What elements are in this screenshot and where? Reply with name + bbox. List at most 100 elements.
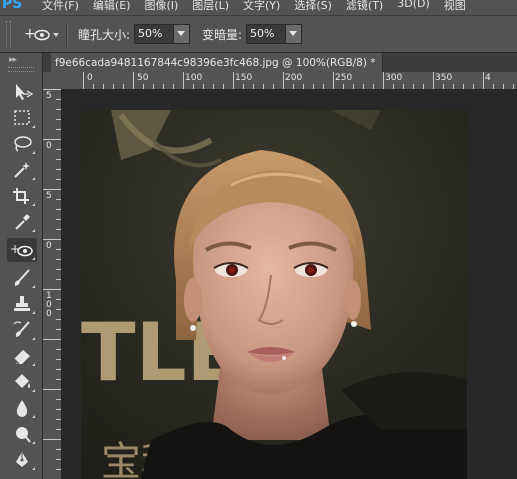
document-photo[interactable]: TLE 宝利广 <box>81 110 467 479</box>
ruler-label: 0 <box>46 241 52 251</box>
ruler-tick <box>43 289 61 290</box>
menu-select[interactable]: 选择(S) <box>294 0 332 13</box>
eyedropper-tool[interactable] <box>7 210 37 234</box>
tool-group-indicator <box>32 311 35 314</box>
ruler-tick <box>43 339 61 340</box>
clone-stamp-icon <box>14 296 30 311</box>
brush-tool[interactable] <box>7 266 37 290</box>
red-eye-icon: + <box>24 26 59 42</box>
pupil-size-dropdown[interactable] <box>173 24 190 44</box>
tools-panel: ▸▸ + <box>0 53 43 479</box>
menu-list: 文件(F) 编辑(E) 图像(I) 图层(L) 文字(Y) 选择(S) 滤镜(T… <box>42 0 480 13</box>
darken-amount-value[interactable]: 50% <box>246 24 286 44</box>
tool-group-indicator <box>32 203 35 206</box>
tool-group-indicator <box>32 177 35 180</box>
tools-panel-grip[interactable] <box>8 67 34 72</box>
tool-group-indicator <box>32 229 35 232</box>
eraser-tool[interactable] <box>7 344 37 368</box>
collapse-toggle[interactable]: ▸▸ <box>9 55 17 65</box>
ruler-tick <box>183 72 184 89</box>
eraser-icon <box>13 350 30 365</box>
menu-view[interactable]: 视图 <box>444 0 466 13</box>
tool-group-indicator <box>32 363 35 366</box>
magic-wand-icon <box>14 162 30 178</box>
menu-layer[interactable]: 图层(L) <box>192 0 229 13</box>
ruler-label: 0 <box>46 141 52 151</box>
clone-stamp-tool[interactable] <box>7 292 37 316</box>
ruler-label: 5 <box>46 191 52 201</box>
tool-group-indicator <box>32 415 35 418</box>
magic-wand-tool[interactable] <box>7 158 37 182</box>
menu-file[interactable]: 文件(F) <box>42 0 79 13</box>
menu-bar: PS 文件(F) 编辑(E) 图像(I) 图层(L) 文字(Y) 选择(S) 滤… <box>0 0 517 15</box>
canvas-area[interactable]: TLE 宝利广 <box>61 89 517 479</box>
ruler-tick <box>233 72 234 89</box>
ruler-label: 100 <box>185 73 203 83</box>
move-tool[interactable] <box>7 80 37 104</box>
tool-group-indicator <box>32 337 35 340</box>
chevron-down-icon <box>289 31 298 36</box>
menu-image[interactable]: 图像(I) <box>144 0 178 13</box>
marquee-tool[interactable] <box>7 106 37 130</box>
blur-tool[interactable] <box>7 396 37 420</box>
horizontal-ruler[interactable]: 0 50 100 150 200 250 300 350 4 <box>61 72 517 89</box>
rectangular-marquee-icon <box>14 110 30 125</box>
tool-group-indicator <box>32 441 35 444</box>
tool-group-indicator <box>32 257 35 260</box>
dodge-tool[interactable] <box>7 422 37 446</box>
chevron-down-icon <box>177 31 186 36</box>
ruler-tick <box>483 72 484 89</box>
ruler-tick <box>43 439 61 440</box>
document-tab-bar: f9e66cada9481167844c98396e3fc468.jpg @ 1… <box>43 53 517 72</box>
vertical-ruler[interactable]: 5 0 5 0 1 0 0 <box>43 89 61 479</box>
ruler-tick <box>83 72 84 89</box>
ruler-tick <box>283 72 284 89</box>
options-bar: + 瞳孔大小: 50% 变暗量: 50% <box>0 15 517 53</box>
eyedropper-icon <box>15 214 30 230</box>
tool-preset-picker[interactable]: + <box>22 23 60 45</box>
darken-amount-field[interactable]: 50% <box>246 24 302 44</box>
document-tab-title: f9e66cada9481167844c98396e3fc468.jpg @ 1… <box>55 56 376 69</box>
paint-bucket-tool[interactable] <box>7 370 37 394</box>
options-separator <box>66 23 68 47</box>
crop-icon <box>13 188 29 204</box>
svg-text:+: + <box>24 26 36 42</box>
blur-drop-icon <box>16 400 28 417</box>
ruler-label: 5 <box>46 91 52 101</box>
move-icon <box>16 84 33 100</box>
pen-icon <box>16 452 28 467</box>
crop-tool[interactable] <box>7 184 37 208</box>
red-eye-tool[interactable]: + <box>7 238 37 262</box>
document-tab[interactable]: f9e66cada9481167844c98396e3fc468.jpg @ 1… <box>51 53 383 72</box>
ruler-tick <box>43 139 61 140</box>
ruler-tick <box>333 72 334 89</box>
darken-amount-dropdown[interactable] <box>285 24 302 44</box>
ruler-origin[interactable] <box>43 72 61 89</box>
ruler-label: 1 0 0 <box>46 291 52 319</box>
ruler-label: 4 <box>485 73 491 83</box>
ruler-tick <box>43 189 61 190</box>
menu-type[interactable]: 文字(Y) <box>243 0 280 13</box>
ruler-label: 200 <box>285 73 303 83</box>
history-brush-tool[interactable] <box>7 318 37 342</box>
ruler-tick <box>43 389 61 390</box>
tool-group-indicator <box>32 125 35 128</box>
tool-group-indicator <box>32 285 35 288</box>
ruler-label: 150 <box>235 73 253 83</box>
ruler-label: 250 <box>335 73 353 83</box>
lasso-tool[interactable] <box>7 132 37 156</box>
pupil-size-field[interactable]: 50% <box>134 24 190 44</box>
history-brush-icon <box>13 321 30 337</box>
tool-group-indicator <box>32 389 35 392</box>
ruler-label: 0 <box>87 73 93 83</box>
menu-filter[interactable]: 滤镜(T) <box>346 0 383 13</box>
pen-tool[interactable] <box>7 448 37 472</box>
menu-edit[interactable]: 编辑(E) <box>93 0 131 13</box>
dodge-icon <box>16 427 31 443</box>
pupil-size-value[interactable]: 50% <box>134 24 174 44</box>
pupil-size-label: 瞳孔大小: <box>78 28 131 42</box>
menu-3d[interactable]: 3D(D) <box>397 0 430 13</box>
tool-group-indicator <box>32 151 35 154</box>
options-bar-grip[interactable] <box>6 21 11 47</box>
ruler-tick <box>43 89 61 90</box>
